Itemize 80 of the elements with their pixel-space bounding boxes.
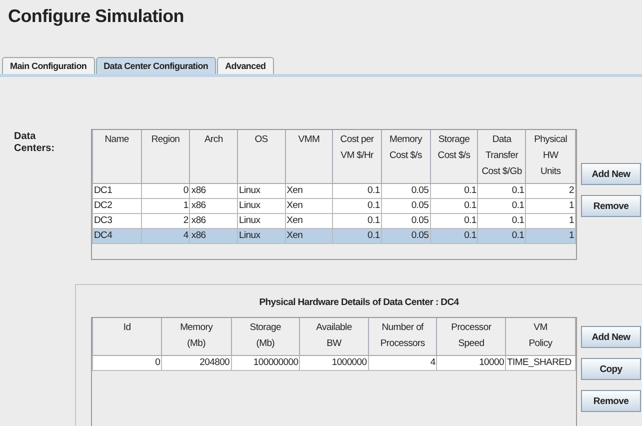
table-cell: Xen [285,228,333,244]
table-cell: Xen [285,214,333,228]
table-row[interactable]: DC1 0 x86 Linux Xen 0.1 0.05 0.1 0.1 2 [92,184,576,198]
column-header[interactable]: Arch [190,130,238,184]
table-cell: TIME_SHARED [505,356,576,370]
table-cell: 1 [526,198,576,214]
action-button[interactable]: Add New [581,326,641,348]
column-header[interactable]: Memory Cost $/s [381,130,430,184]
action-button[interactable]: Add New [581,163,641,185]
table-cell: 10000 [436,356,506,370]
table-cell: 0.05 [381,184,430,198]
column-header[interactable]: OS [237,130,286,184]
table-cell: 1 [141,198,190,214]
table-cell: 0.1 [478,214,526,228]
page-title: Configure Simulation [7,5,184,28]
column-header[interactable]: Memory (Mb) [162,318,232,356]
column-header[interactable]: Cost per VM $/Hr [332,130,382,184]
table-cell: x86 [190,214,238,228]
table-cell: 0.05 [381,214,430,228]
action-button[interactable]: Copy [581,358,641,380]
table-cell: x86 [190,198,238,214]
table-cell: 0.1 [430,198,478,214]
table-cell: Linux [237,228,286,244]
table-cell: 0.1 [430,184,478,198]
table-cell: 0.1 [478,198,526,214]
table-cell: 0 [141,184,190,198]
column-header[interactable]: Data Transfer Cost $/Gb [478,130,526,184]
table-cell: Xen [285,198,333,214]
table-cell: 100000000 [231,356,300,370]
table-cell: 0.05 [381,228,430,244]
column-header[interactable]: Physical HW Units [526,130,576,184]
table-row[interactable]: 0 204800 100000000 1000000 4 10000 TIME_SHARED [92,356,576,370]
table-cell: DC2 [92,198,142,214]
table-cell: 0.1 [430,228,478,244]
table-cell: 0.1 [478,228,526,244]
data-centers-label: Data Centers: [13,131,56,155]
table-cell: 0.1 [332,198,382,214]
table-cell: 0.1 [430,214,478,228]
table-cell: 0.1 [478,184,526,198]
action-button[interactable]: Remove [581,195,641,217]
table-cell: 2 [141,214,190,228]
table-cell: DC4 [92,228,142,244]
table-cell: 0.1 [332,184,382,198]
action-button[interactable]: Remove [581,390,641,412]
panel-title: Physical Hardware Details of Data Center : DC4 [259,297,459,308]
table-cell: x86 [190,228,238,244]
column-header[interactable]: Available BW [300,318,368,356]
table-cell: Linux [237,184,286,198]
table-cell: 2 [526,184,576,198]
tab[interactable]: Advanced [217,57,274,74]
tab[interactable]: Data Center Configuration [96,57,216,74]
table-cell: Xen [285,184,333,198]
table-cell: 1000000 [300,356,368,370]
table-cell: DC3 [92,214,142,228]
table-cell: 4 [368,356,437,370]
table-row[interactable]: DC4 4 x86 Linux Xen 0.1 0.05 0.1 0.1 1 [92,228,576,244]
table-cell: 0 [92,356,162,370]
column-header[interactable]: Storage (Mb) [231,318,300,356]
column-header[interactable]: Storage Cost $/s [430,130,478,184]
table-cell: 0.1 [332,228,382,244]
table-cell: 204800 [162,356,232,370]
column-header[interactable]: VMM [285,130,333,184]
table-cell: DC1 [92,184,142,198]
column-header[interactable]: VM Policy [505,318,576,356]
table-cell: Linux [237,214,286,228]
column-header[interactable]: Name [92,130,142,184]
column-header[interactable]: Region [141,130,190,184]
table-row[interactable]: DC2 1 x86 Linux Xen 0.1 0.05 0.1 0.1 1 [92,198,576,214]
table-row[interactable]: DC3 2 x86 Linux Xen 0.1 0.05 0.1 0.1 1 [92,214,576,228]
table-cell: 0.05 [381,198,430,214]
table-cell: 1 [526,228,576,244]
table-cell: x86 [190,184,238,198]
column-header[interactable]: Processor Speed [436,318,506,356]
column-header[interactable]: Id [92,318,162,356]
table-cell: 0.1 [332,214,382,228]
table-cell: 1 [526,214,576,228]
column-header[interactable]: Number of Processors [368,318,437,356]
table-cell: Linux [237,198,286,214]
tab[interactable]: Main Configuration [2,57,95,74]
table-cell: 4 [141,228,190,244]
